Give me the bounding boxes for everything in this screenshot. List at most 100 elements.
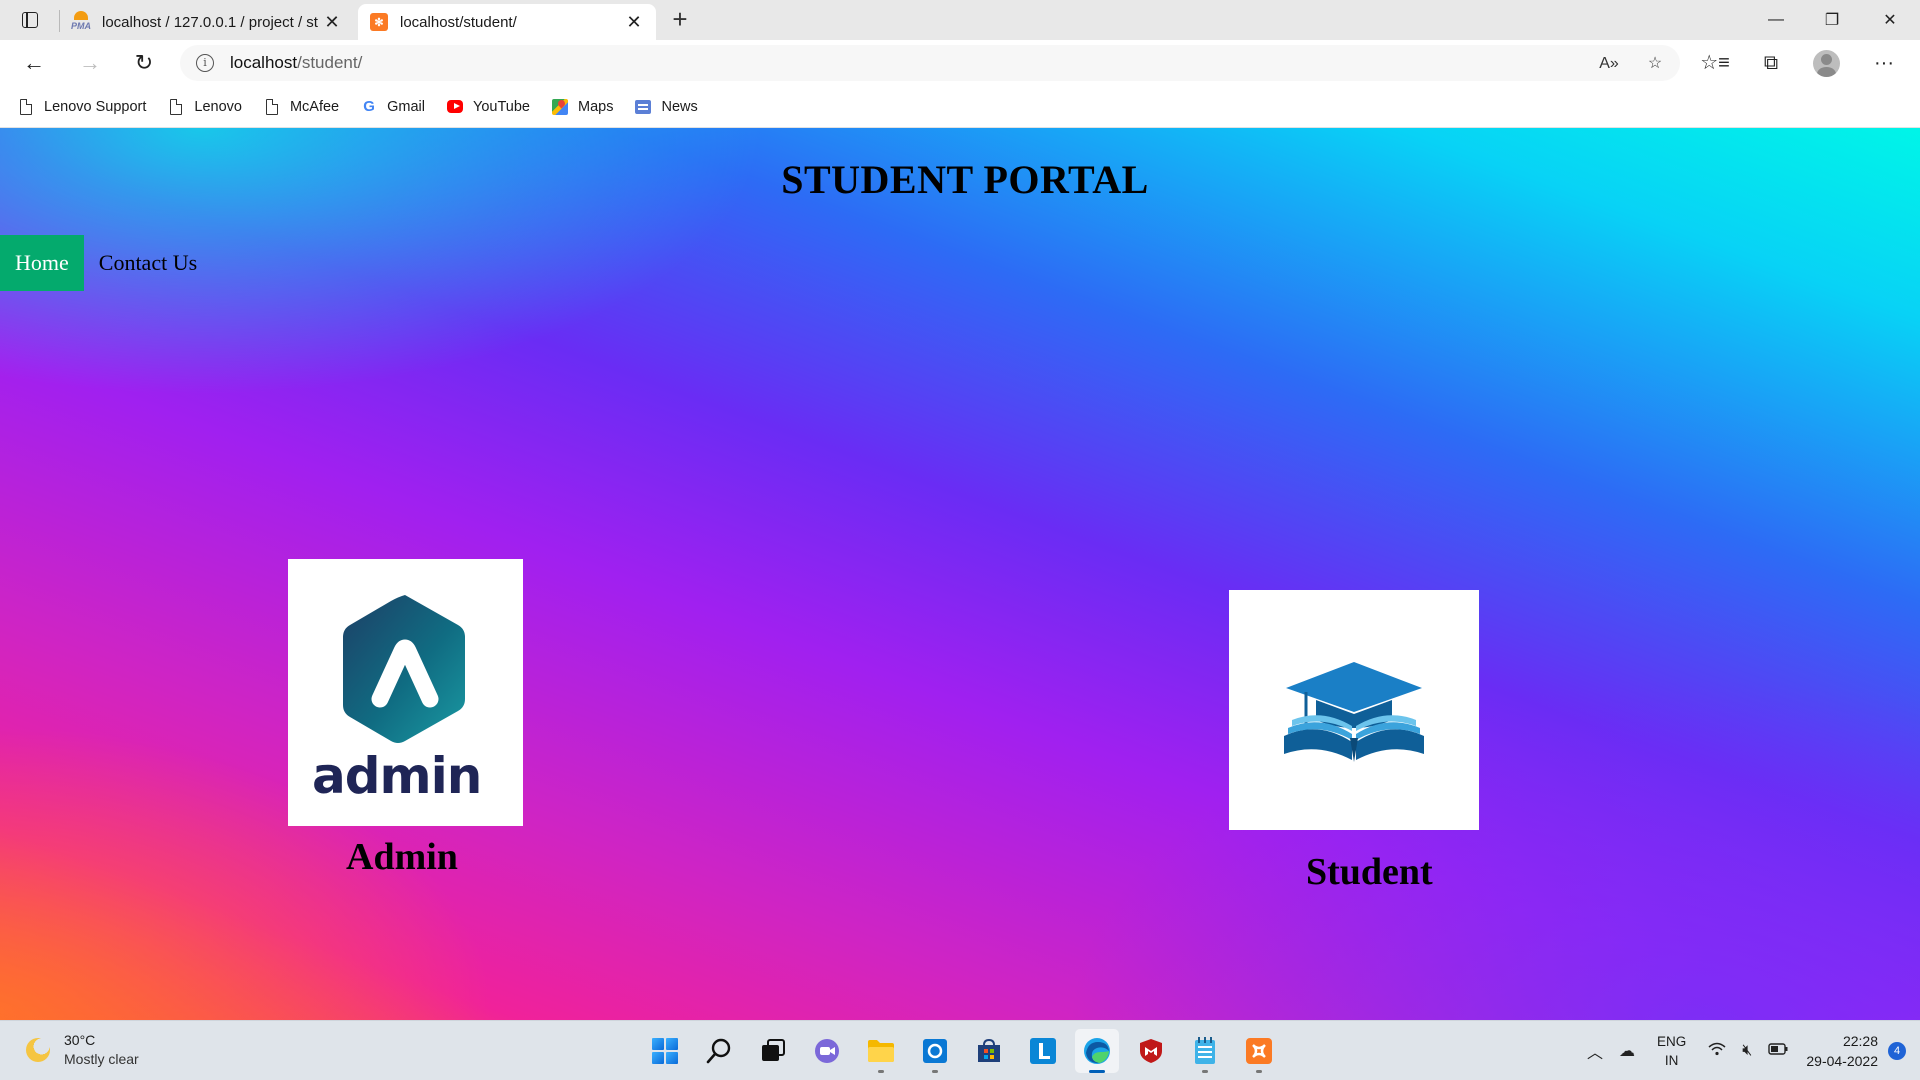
language-indicator[interactable]: ENG IN [1657, 1032, 1686, 1070]
search-button[interactable] [697, 1029, 741, 1073]
notification-badge[interactable]: 4 [1888, 1042, 1906, 1060]
page-icon [168, 98, 184, 115]
notepad-icon [1195, 1037, 1215, 1064]
lang-line1: ENG [1657, 1034, 1687, 1049]
bookmarks-bar: Lenovo Support Lenovo McAfee G Gmail You… [0, 86, 1920, 128]
nav-contact-link[interactable]: Contact Us [84, 235, 212, 291]
back-button[interactable]: ← [16, 47, 52, 79]
system-tray: ︿ ☁ ENG IN 🔇︎ 22:28 29-04-2022 4 [1579, 1021, 1920, 1080]
tab-bar: PMA localhost / 127.0.0.1 / project / st… [0, 0, 1920, 40]
mcafee-icon [1140, 1039, 1162, 1063]
add-favorite-icon[interactable]: ☆ [1644, 53, 1666, 75]
edge-icon [1084, 1038, 1110, 1064]
outlook-icon [923, 1039, 947, 1063]
profile-avatar[interactable] [1813, 50, 1840, 77]
student-card[interactable] [1229, 590, 1479, 830]
bookmark-label: News [661, 98, 698, 115]
minimize-button[interactable]: — [1748, 0, 1804, 40]
running-indicator [1089, 1070, 1105, 1073]
running-indicator [1256, 1070, 1262, 1073]
volume-muted-icon[interactable]: 🔇︎ [1742, 1042, 1752, 1060]
outlook-button[interactable] [913, 1029, 957, 1073]
forward-button[interactable]: → [72, 47, 108, 79]
close-tab-icon[interactable]: ✕ [322, 12, 342, 32]
bookmark-label: Maps [578, 98, 614, 115]
moon-icon [26, 1038, 50, 1062]
system-clock[interactable]: 22:28 29-04-2022 [1806, 1031, 1878, 1071]
read-aloud-icon[interactable]: A» [1598, 53, 1620, 75]
xampp-button[interactable] [1237, 1029, 1281, 1073]
reload-button[interactable]: ↻ [126, 47, 162, 79]
admin-card[interactable]: admin [288, 559, 523, 826]
running-indicator [1202, 1070, 1208, 1073]
task-view-button[interactable] [751, 1029, 795, 1073]
new-tab-button[interactable]: + [664, 6, 696, 34]
url-path: /student/ [297, 53, 363, 72]
admin-label[interactable]: Admin [346, 835, 458, 879]
wifi-icon[interactable] [1708, 1042, 1726, 1061]
bookmark-mcafee[interactable]: McAfee [264, 98, 340, 115]
l-app-icon [1030, 1038, 1056, 1064]
lang-line2: IN [1664, 1053, 1679, 1068]
weather-condition: Mostly clear [64, 1051, 139, 1067]
favorites-icon[interactable]: ☆≡ [1700, 49, 1730, 77]
browser-toolbar: ← → ↻ i localhost/student/ A» ☆ ☆≡ ⧉ ··· [0, 40, 1920, 86]
page-icon [264, 98, 280, 115]
page-icon [18, 98, 34, 115]
xampp-icon [1246, 1038, 1272, 1064]
notepad-button[interactable] [1183, 1029, 1227, 1073]
youtube-icon [447, 99, 464, 115]
running-indicator [932, 1070, 938, 1073]
nav-home-link[interactable]: Home [0, 235, 84, 291]
close-window-button[interactable]: ✕ [1862, 0, 1918, 40]
bookmark-label: Lenovo Support [44, 98, 147, 115]
maps-icon [552, 98, 568, 115]
clock-date: 29-04-2022 [1806, 1053, 1878, 1069]
file-explorer-button[interactable] [859, 1029, 903, 1073]
collections-icon[interactable]: ⧉ [1756, 49, 1786, 77]
folder-icon [868, 1040, 894, 1062]
bookmark-label: Lenovo [194, 98, 242, 115]
edge-button[interactable] [1075, 1029, 1119, 1073]
bookmark-maps[interactable]: Maps [552, 98, 614, 115]
bookmark-label: YouTube [473, 98, 530, 115]
student-label[interactable]: Student [1306, 850, 1433, 894]
mcafee-button[interactable] [1129, 1029, 1173, 1073]
chevron-up-icon[interactable]: ︿ [1587, 1039, 1603, 1063]
store-button[interactable] [967, 1029, 1011, 1073]
bookmark-news[interactable]: News [635, 98, 698, 115]
bookmark-lenovo-support[interactable]: Lenovo Support [18, 98, 147, 115]
launcher-l-button[interactable] [1021, 1029, 1065, 1073]
clock-time: 22:28 [1842, 1033, 1878, 1049]
bookmark-label: McAfee [289, 98, 340, 115]
restore-button[interactable]: ❐ [1804, 0, 1860, 40]
admin-logo-text: admin [312, 747, 482, 805]
teams-chat-button[interactable] [805, 1029, 849, 1073]
start-button[interactable] [643, 1029, 687, 1073]
taskbar-apps [638, 1029, 1286, 1073]
windows-icon [652, 1038, 678, 1064]
taskbar: 30°C Mostly clear ︿ ☁ ENG IN 🔇︎ 22:28 29… [0, 1020, 1920, 1080]
tab-title: localhost / 127.0.0.1 / project / st [102, 13, 318, 31]
bookmark-gmail[interactable]: G Gmail [361, 98, 426, 115]
url-text[interactable]: localhost/student/ [230, 53, 362, 73]
bookmark-lenovo[interactable]: Lenovo [168, 98, 242, 115]
tab-actions-icon[interactable] [12, 6, 48, 34]
xampp-icon: ✻ [370, 13, 388, 31]
bookmark-youtube[interactable]: YouTube [447, 99, 530, 115]
tab-student[interactable]: ✻ localhost/student/ ✕ [358, 4, 656, 40]
weather-widget[interactable]: 30°C Mostly clear [26, 1031, 139, 1069]
close-tab-icon[interactable]: ✕ [624, 12, 644, 32]
page-title: STUDENT PORTAL [781, 157, 1149, 202]
tab-title: localhost/student/ [400, 13, 517, 31]
battery-icon[interactable] [1768, 1042, 1788, 1060]
tab-phpmyadmin[interactable]: PMA localhost / 127.0.0.1 / project / st… [60, 4, 354, 40]
bookmark-label: Gmail [387, 98, 426, 115]
info-icon[interactable]: i [196, 54, 214, 72]
weather-temp: 30°C [64, 1032, 96, 1048]
address-bar[interactable]: i localhost/student/ A» ☆ [180, 45, 1680, 81]
onedrive-cloud-icon[interactable]: ☁ [1619, 1041, 1635, 1061]
chat-icon [815, 1039, 839, 1063]
store-icon [978, 1038, 1000, 1062]
more-menu-icon[interactable]: ··· [1869, 49, 1899, 77]
